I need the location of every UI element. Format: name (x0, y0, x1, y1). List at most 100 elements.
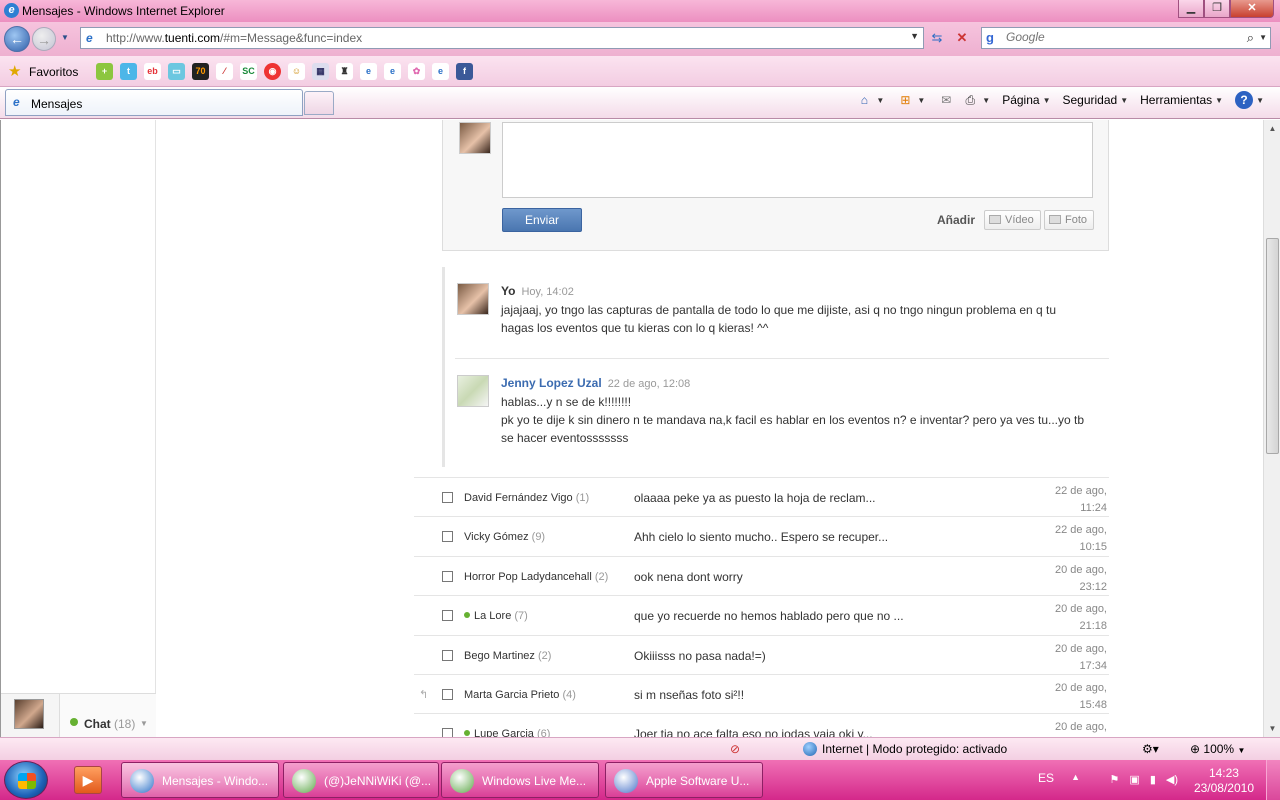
message-textarea[interactable] (502, 122, 1093, 198)
vertical-scrollbar[interactable]: ▲ ▼ (1263, 120, 1280, 737)
ebay-icon[interactable]: eb (144, 63, 161, 80)
message-avatar[interactable] (457, 283, 489, 315)
flower-icon[interactable]: ✿ (408, 63, 425, 80)
twitter-icon[interactable]: t (120, 63, 137, 80)
row-checkbox[interactable] (442, 570, 453, 582)
row-checkbox[interactable] (442, 492, 453, 503)
feeds-icon[interactable]: ⊞ (896, 91, 914, 109)
minimize-button[interactable]: ▁ (1178, 0, 1204, 18)
message-preview[interactable]: ook nena dont worry (634, 570, 743, 584)
language-indicator[interactable]: ES (1038, 771, 1054, 785)
chat-toggle[interactable]: Chat (18) ▼ (59, 694, 156, 737)
row-checkbox[interactable] (442, 610, 453, 622)
sender[interactable]: La Lore (7) (464, 610, 528, 622)
sender[interactable]: Vicky Gómez (9) (464, 531, 545, 543)
row-checkbox[interactable] (442, 649, 453, 661)
message-avatar[interactable] (457, 375, 489, 407)
home-icon[interactable]: ⌂ (855, 91, 873, 109)
tools-menu[interactable]: Herramientas (1140, 93, 1212, 107)
message-author[interactable]: Yo (501, 284, 515, 298)
print-icon[interactable]: ⎙ (961, 91, 979, 109)
ie-link-icon-3[interactable]: e (432, 63, 449, 80)
message-preview[interactable]: Ahh cielo lo siento mucho.. Espero se re… (634, 530, 888, 544)
inbox-row[interactable]: La Lore (7) que yo recuerde no hemos habl… (414, 595, 1109, 635)
show-hidden-icons-icon[interactable]: ▲ (1071, 772, 1080, 782)
sender[interactable]: Horror Pop Ladydancehall (2) (464, 571, 608, 583)
ie-link-icon-2[interactable]: e (384, 63, 401, 80)
inbox-row[interactable]: ↰ Marta Garcia Prieto (4) si m nseñas foto… (414, 674, 1109, 714)
mail-icon[interactable]: ✉ (937, 91, 955, 109)
tab-mensajes[interactable]: e Mensajes (5, 89, 303, 116)
search-options-icon[interactable]: ▼ (1259, 33, 1267, 42)
scroll-down-arrow-icon[interactable]: ▼ (1264, 720, 1280, 737)
people-icon[interactable]: ☺ (288, 63, 305, 80)
security-zone[interactable]: Internet | Modo protegido: activado (803, 742, 1007, 756)
print-dropdown-icon[interactable]: ▼ (982, 96, 990, 105)
maximize-button[interactable]: ❐ (1204, 0, 1230, 18)
seventy-icon[interactable]: 70 (192, 63, 209, 80)
facebook-icon[interactable]: f (456, 63, 473, 80)
sender[interactable]: Bego Martinez (2) (464, 650, 551, 662)
scroll-thumb[interactable] (1266, 238, 1279, 454)
stop-button[interactable]: ✕ (951, 28, 973, 48)
security-menu[interactable]: Seguridad (1062, 93, 1117, 107)
clock[interactable]: 14:23 23/08/2010 (1194, 766, 1254, 796)
taskbar-button[interactable]: Windows Live Me... (441, 762, 599, 798)
scroll-up-arrow-icon[interactable]: ▲ (1264, 120, 1280, 137)
inbox-row[interactable]: David Fernández Vigo (1) olaaaa peke ya a… (414, 477, 1109, 517)
sender[interactable]: David Fernández Vigo (1) (464, 492, 589, 504)
message-preview[interactable]: olaaaa peke ya as puesto la hoja de recl… (634, 491, 876, 505)
sender[interactable]: Lupe Garcia (6) (464, 728, 550, 737)
forward-button[interactable]: → (32, 27, 56, 51)
row-checkbox[interactable] (442, 531, 453, 543)
sender[interactable]: Marta Garcia Prieto (4) (464, 689, 576, 701)
taskbar-button[interactable]: Mensajes - Windo... (121, 762, 279, 798)
volume-icon[interactable]: ◀) (1166, 773, 1178, 786)
message-preview[interactable]: Joer tia no ace falta eso no jodas vaja … (634, 727, 873, 737)
message-preview[interactable]: si m nseñas foto si²!! (634, 688, 744, 702)
chat-avatar[interactable] (14, 699, 44, 729)
new-tab-button[interactable] (304, 91, 334, 115)
address-dropdown-icon[interactable]: ▼ (910, 31, 919, 41)
address-field[interactable]: e http://www.tuenti.com/#m=Message&func=… (80, 27, 924, 49)
taskbar-button[interactable]: (@)JeNNiWiKi (@... (283, 762, 439, 798)
start-button[interactable] (4, 761, 48, 799)
taskbar-button[interactable]: Apple Software U... (605, 762, 763, 798)
home-dropdown-icon[interactable]: ▼ (876, 96, 884, 105)
close-button[interactable]: ✕ (1230, 0, 1274, 18)
favorites-label[interactable]: Favoritos (29, 65, 78, 79)
message-author[interactable]: Jenny Lopez Uzal (501, 376, 602, 390)
page-menu[interactable]: Página (1002, 93, 1039, 107)
blocked-icon[interactable]: ⊘ (730, 742, 740, 756)
send-button[interactable]: Enviar (502, 208, 582, 232)
action-center-icon[interactable]: ⚑ (1110, 773, 1120, 786)
search-icon[interactable]: ⌕ (1247, 30, 1254, 46)
link-icon[interactable]: ⁄ (216, 63, 233, 80)
web-slice-icon[interactable]: ▭ (168, 63, 185, 80)
media-player-icon[interactable]: ▶ (74, 766, 102, 794)
message-preview[interactable]: que yo recuerde no hemos hablado pero qu… (634, 609, 904, 623)
search-input[interactable] (1006, 30, 1226, 44)
windows-icon[interactable]: ▦ (312, 63, 329, 80)
refresh-button[interactable]: ⇆ (926, 28, 948, 48)
ie-link-icon[interactable]: e (360, 63, 377, 80)
inbox-row[interactable]: Lupe Garcia (6) Joer tia no ace falta eso… (414, 713, 1109, 737)
show-desktop-button[interactable] (1266, 760, 1280, 800)
favorites-star-icon[interactable]: ★ (8, 62, 21, 80)
inbox-row[interactable]: Vicky Gómez (9) Ahh cielo lo siento mucho… (414, 516, 1109, 556)
message-preview[interactable]: Okiiisss no pasa nada!=) (634, 649, 766, 663)
device-icon[interactable]: ▣ (1129, 773, 1139, 786)
help-dropdown-icon[interactable]: ▼ (1256, 96, 1264, 105)
ink-icon[interactable]: ♜ (336, 63, 353, 80)
feeds-dropdown-icon[interactable]: ▼ (917, 96, 925, 105)
protected-mode-icon[interactable]: ⚙▾ (1142, 742, 1159, 756)
inbox-row[interactable]: Bego Martinez (2) Okiiisss no pasa nada!=… (414, 634, 1109, 675)
row-checkbox[interactable] (442, 728, 453, 737)
back-button[interactable]: ← (4, 26, 30, 52)
search-box[interactable]: g ⌕ ▼ (981, 27, 1271, 49)
network-icon[interactable]: ▮ (1150, 773, 1156, 786)
history-dropdown-icon[interactable]: ▼ (61, 33, 69, 42)
row-checkbox[interactable] (442, 689, 453, 700)
photo-button[interactable]: Foto (1044, 210, 1095, 230)
video-button[interactable]: Vídeo (984, 210, 1041, 230)
